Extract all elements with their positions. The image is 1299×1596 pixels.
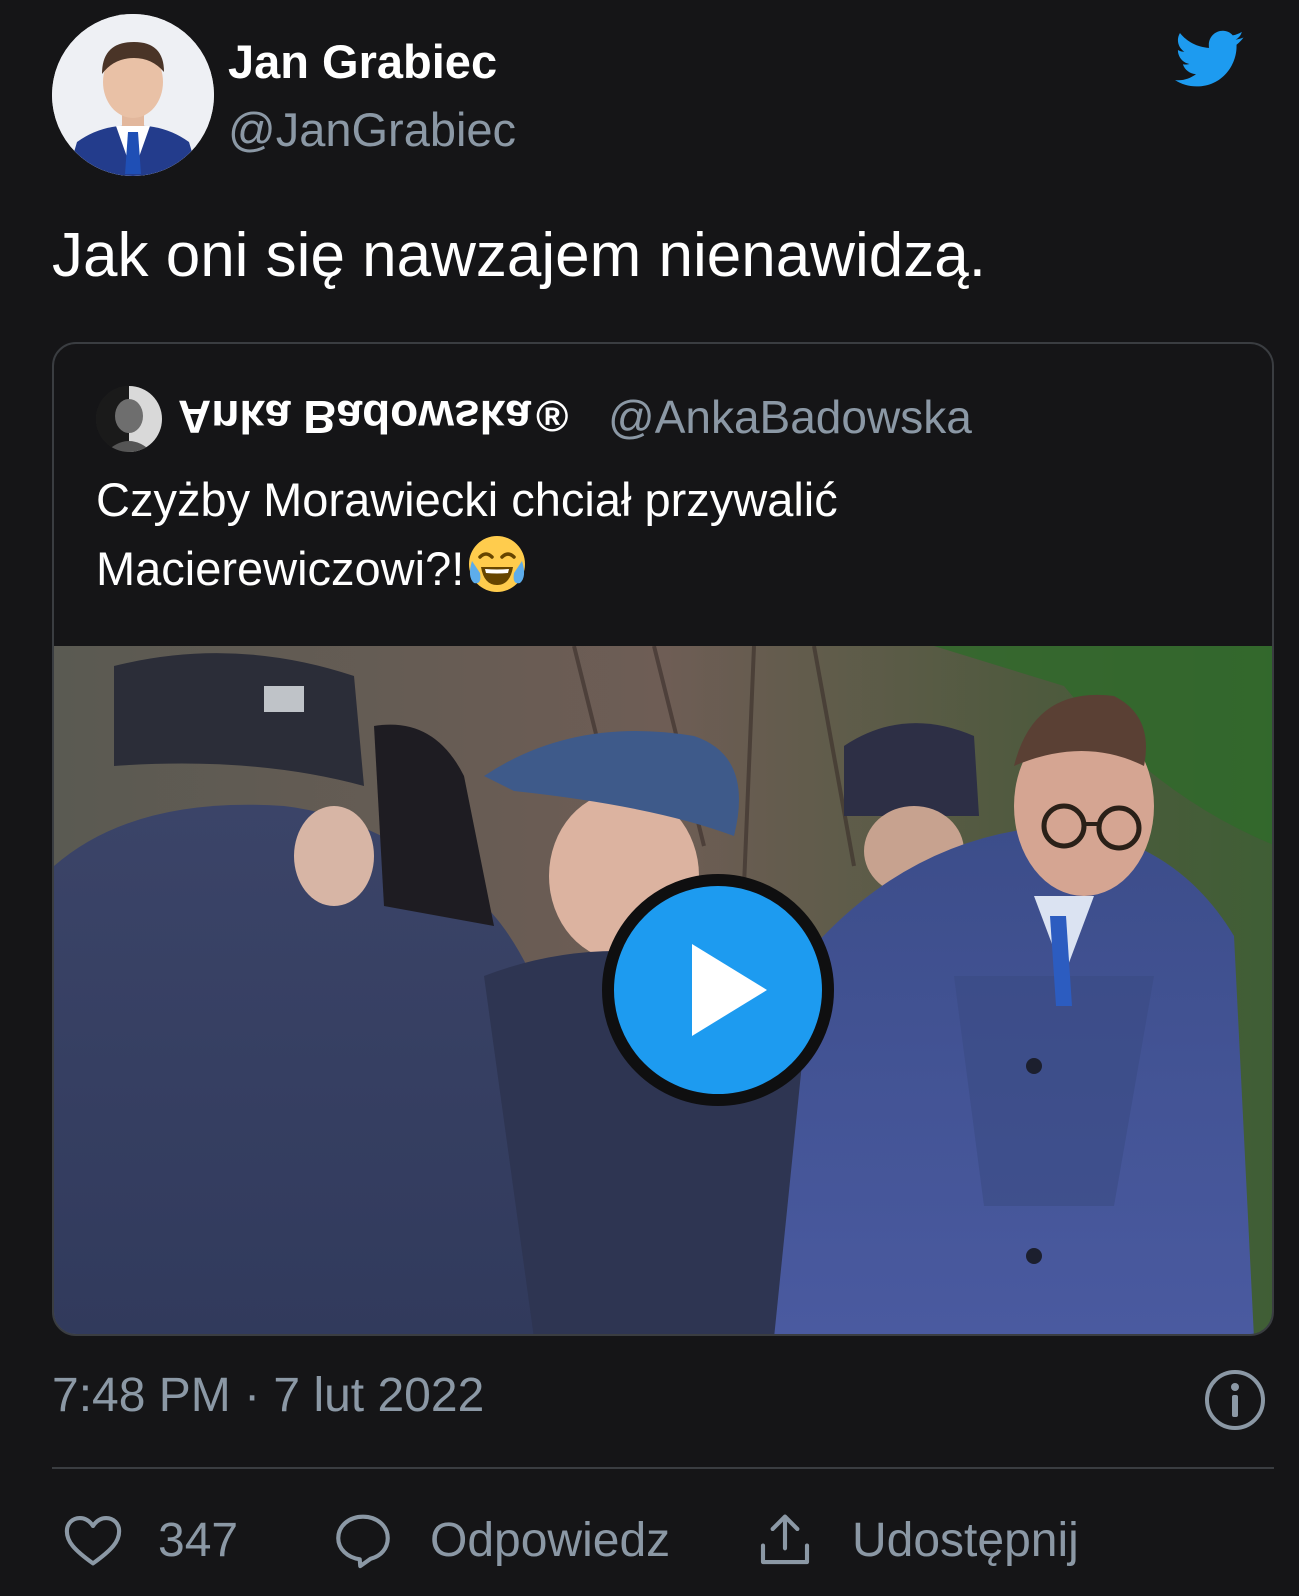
quoted-text-line-2-label: Macierewiczowi?!: [96, 542, 465, 595]
share-upload-icon: [760, 1514, 810, 1565]
tweet-timestamp[interactable]: 7:48 PM · 7 lut 2022: [52, 1368, 484, 1423]
heart-icon: [64, 1515, 122, 1566]
twitter-bird-icon: [1170, 24, 1250, 94]
speech-bubble-icon: [336, 1514, 390, 1569]
share-label: Udostępnij: [852, 1513, 1079, 1567]
like-button[interactable]: 347: [60, 1500, 238, 1580]
reply-button[interactable]: Odpowiedz: [330, 1500, 670, 1580]
laughing-tears-emoji-icon: [466, 533, 528, 595]
quoted-text-line-2: Macierewiczowi?!: [96, 533, 1196, 602]
divider: [52, 1467, 1274, 1469]
video-thumbnail[interactable]: [54, 646, 1272, 1334]
quoted-tweet-text: Czyżby Morawiecki chciał przywalić Macie…: [96, 466, 1196, 602]
quoted-tweet-card[interactable]: Anka Badowska ® @AnkaBadowska Czyżby Mor…: [52, 342, 1274, 1336]
share-button[interactable]: Udostępnij: [752, 1500, 1079, 1580]
quoted-author-handle: @AnkaBadowska: [608, 391, 972, 443]
quoted-author-avatar: [96, 386, 162, 452]
author-handle[interactable]: @JanGrabiec: [228, 102, 516, 157]
registered-mark: ®: [536, 392, 569, 441]
quoted-author-name: Anka Badowska: [178, 391, 531, 443]
play-icon: [602, 874, 834, 1106]
play-video-button[interactable]: [602, 874, 834, 1106]
author-avatar[interactable]: [52, 14, 214, 176]
quoted-text-line-1: Czyżby Morawiecki chciał przywalić: [96, 473, 838, 526]
like-count: 347: [158, 1513, 239, 1567]
info-icon[interactable]: [1203, 1368, 1267, 1432]
reply-label: Odpowiedz: [430, 1513, 671, 1567]
tweet-text: Jak oni się nawzajem nienawidzą.: [52, 221, 986, 290]
tweet-header: Jan Grabiec @JanGrabiec: [52, 14, 1272, 179]
author-name[interactable]: Jan Grabiec: [228, 34, 497, 89]
tweet-actions: 347 Odpowiedz Udostępnij: [52, 1500, 1274, 1580]
